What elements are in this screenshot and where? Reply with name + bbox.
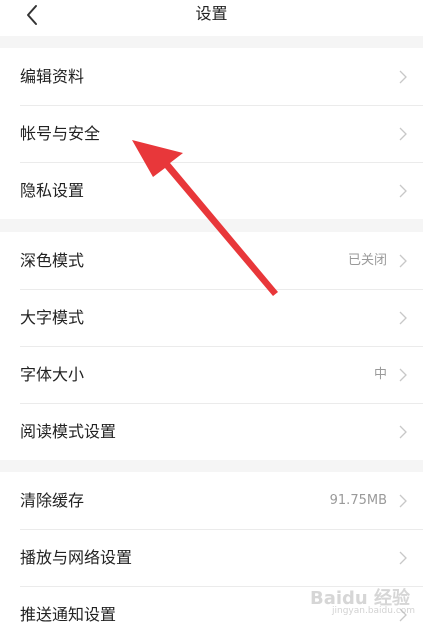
settings-group-storage: 清除缓存 91.75MB 播放与网络设置 推送通知设置 — [0, 472, 423, 643]
chevron-right-icon — [399, 254, 407, 268]
settings-item-label: 推送通知设置 — [20, 605, 117, 624]
chevron-right-icon — [399, 368, 407, 382]
settings-item-font-size[interactable]: 字体大小 中 — [0, 346, 423, 403]
chevron-left-icon — [27, 5, 37, 25]
settings-item-label: 阅读模式设置 — [20, 422, 117, 441]
settings-item-edit-profile[interactable]: 编辑资料 — [0, 48, 423, 105]
settings-item-label: 大字模式 — [20, 308, 85, 327]
settings-item-playback-network[interactable]: 播放与网络设置 — [0, 529, 423, 586]
page-title: 设置 — [195, 4, 228, 23]
settings-item-label: 清除缓存 — [20, 491, 85, 510]
settings-item-value: 已关闭 — [347, 253, 387, 268]
settings-item-clear-cache[interactable]: 清除缓存 91.75MB — [0, 472, 423, 529]
settings-item-label: 深色模式 — [20, 251, 85, 270]
chevron-right-icon — [399, 127, 407, 141]
back-button[interactable] — [20, 2, 46, 28]
settings-item-label: 隐私设置 — [20, 181, 85, 200]
chevron-right-icon — [399, 311, 407, 325]
chevron-right-icon — [399, 551, 407, 565]
settings-item-account-security[interactable]: 帐号与安全 — [0, 105, 423, 162]
chevron-right-icon — [399, 425, 407, 439]
settings-item-value: 91.75MB — [329, 493, 387, 508]
settings-item-label: 帐号与安全 — [20, 124, 101, 143]
settings-item-privacy[interactable]: 隐私设置 — [0, 162, 423, 219]
settings-item-value: 中 — [373, 367, 387, 382]
settings-group-account: 编辑资料 帐号与安全 隐私设置 — [0, 48, 423, 219]
settings-item-reading-mode[interactable]: 阅读模式设置 — [0, 403, 423, 460]
settings-item-label: 字体大小 — [20, 365, 85, 384]
settings-item-large-text-mode[interactable]: 大字模式 — [0, 289, 423, 346]
chevron-right-icon — [399, 70, 407, 84]
settings-item-dark-mode[interactable]: 深色模式 已关闭 — [0, 232, 423, 289]
chevron-right-icon — [399, 608, 407, 622]
settings-item-push-notifications[interactable]: 推送通知设置 — [0, 586, 423, 643]
settings-group-display: 深色模式 已关闭 大字模式 字体大小 中 阅读模式设置 — [0, 232, 423, 460]
chevron-right-icon — [399, 494, 407, 508]
settings-item-label: 播放与网络设置 — [20, 548, 133, 567]
chevron-right-icon — [399, 184, 407, 198]
settings-item-label: 编辑资料 — [20, 67, 85, 86]
top-bar: 设置 — [0, 0, 423, 36]
